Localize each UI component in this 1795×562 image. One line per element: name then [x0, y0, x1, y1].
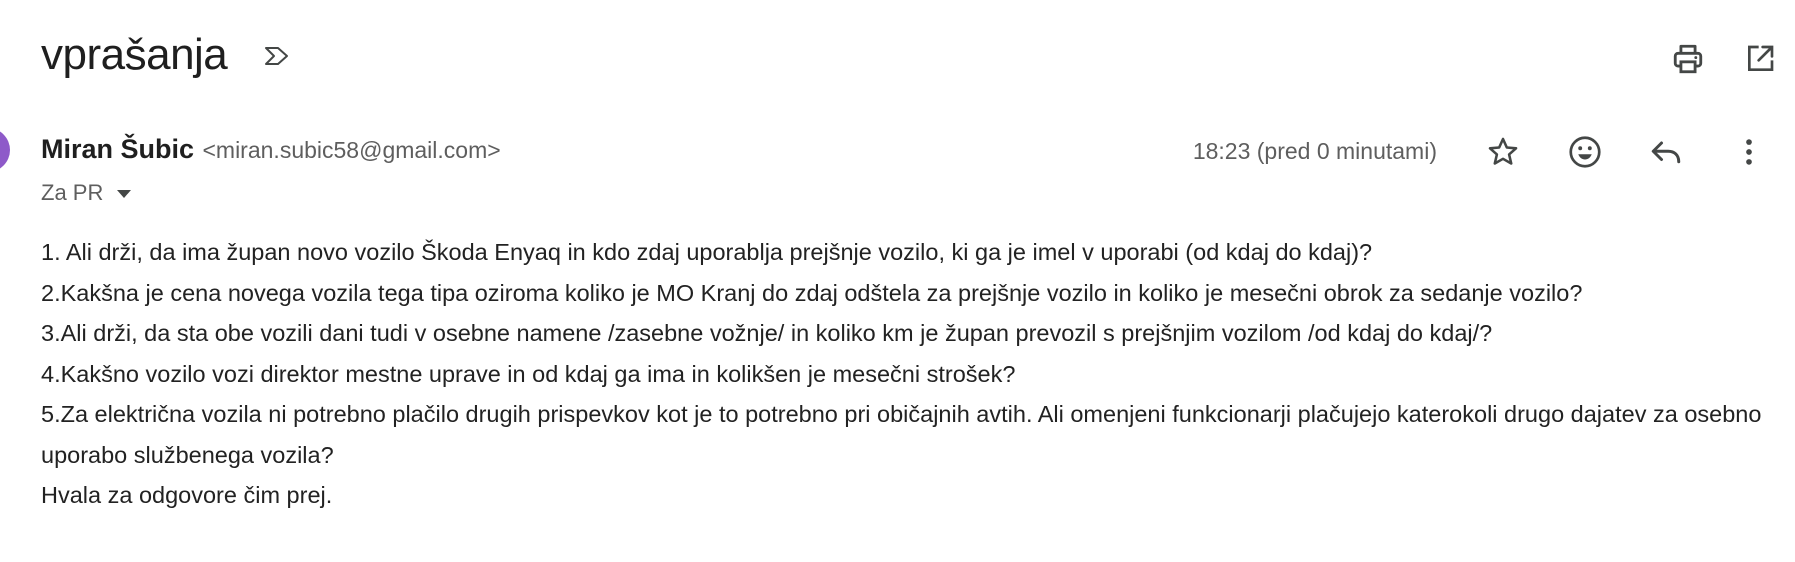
avatar[interactable] — [0, 128, 10, 172]
recipient-dropdown[interactable]: Za PR — [41, 180, 132, 206]
sender-name[interactable]: Miran Šubic — [41, 134, 194, 164]
label-arrow-icon[interactable] — [264, 45, 290, 72]
star-icon[interactable] — [1483, 132, 1523, 172]
emoji-icon[interactable] — [1565, 132, 1605, 172]
open-in-new-icon[interactable] — [1741, 40, 1779, 78]
body-paragraph: 3.Ali drži, da sta obe vozili dani tudi … — [41, 320, 1493, 346]
body-paragraph: Hvala za odgovore čim prej. — [41, 482, 333, 508]
body-paragraph: 2.Kakšna je cena novega vozila tega tipa… — [41, 279, 1583, 306]
print-icon[interactable] — [1669, 40, 1707, 78]
reply-icon[interactable] — [1646, 132, 1686, 172]
body-paragraph: 5.Za električna vozila ni potrebno plači… — [41, 401, 1762, 468]
email-timestamp: 18:23 (pred 0 minutami) — [1192, 138, 1437, 164]
email-subject: vprašanja — [41, 30, 228, 79]
sender-info: Miran Šubic <miran.subic58@gmail.com> — [41, 134, 501, 165]
body-paragraph: 4.Kakšno vozilo vozi direktor mestne upr… — [41, 360, 1016, 387]
recipient-label: Za PR — [41, 180, 104, 205]
more-vert-icon[interactable] — [1729, 132, 1769, 172]
chevron-down-icon[interactable] — [117, 190, 132, 198]
email-body: 1. Ali drži, da ima župan novo vozilo Šk… — [41, 232, 1771, 516]
body-paragraph: 1. Ali drži, da ima župan novo vozilo Šk… — [41, 239, 1373, 265]
sender-email: <miran.subic58@gmail.com> — [202, 137, 501, 163]
